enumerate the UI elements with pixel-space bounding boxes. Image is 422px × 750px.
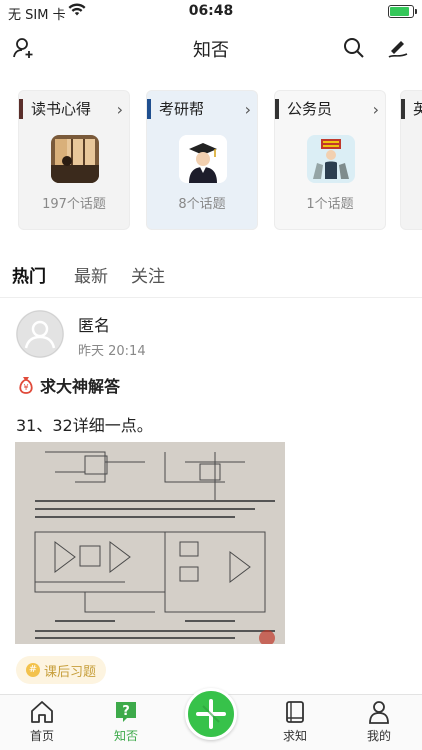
book-icon (286, 701, 304, 723)
chevron-right-icon: › (372, 100, 379, 119)
tab-hot[interactable]: 热门 (12, 262, 46, 287)
topic-card-title: 读书心得 (19, 99, 91, 119)
compose-plus-icon (196, 699, 226, 729)
civil-servant-image (307, 135, 355, 183)
tab-label: 关注 (131, 267, 165, 287)
tab-label: 知否 (113, 729, 138, 743)
svg-text:?: ? (122, 704, 130, 719)
status-bar: 无 SIM 卡 06:48 (0, 0, 422, 24)
bounty-text: 求大神解答 (40, 377, 121, 396)
tab-mine[interactable]: 我的 (349, 699, 409, 744)
topic-card-carousel[interactable]: 读书心得 › 197个话题 考研帮 › 8个话题 公务员 › 1个话题 英 (0, 90, 422, 232)
topic-card-count: 1个话题 (306, 197, 354, 212)
tab-label: 求知 (282, 729, 307, 743)
tab-label: 热门 (12, 267, 46, 287)
graduate-image (179, 135, 227, 183)
tab-label: 最新 (74, 267, 108, 287)
post-author[interactable]: 匿名 (78, 312, 110, 336)
tab-label: 我的 (366, 729, 391, 743)
default-avatar-icon (16, 310, 64, 358)
tab-home[interactable]: 首页 (12, 699, 72, 744)
post-text: 31、32详细一点。 (16, 416, 153, 435)
tab-zhifou[interactable]: ? 知否 (96, 699, 156, 744)
tab-following[interactable]: 关注 (131, 262, 165, 287)
money-bag-icon: ¥ (19, 377, 33, 394)
edit-icon[interactable] (386, 36, 410, 60)
feed-tabs: 热门 最新 关注 (0, 262, 422, 292)
post-time: 昨天 20:14 (78, 344, 146, 359)
tab-qiuzhi[interactable]: 求知 (265, 699, 325, 744)
topic-card-count: 8个话题 (178, 197, 226, 212)
question-icon: ? (116, 702, 136, 722)
compose-fab-button[interactable] (185, 688, 237, 740)
tab-label: 首页 (29, 729, 54, 743)
svg-text:¥: ¥ (23, 383, 28, 392)
nav-bar: 知否 (0, 26, 422, 70)
reading-cover-image (51, 135, 99, 183)
topic-card-reading[interactable]: 读书心得 › 197个话题 (18, 90, 130, 230)
divider (0, 297, 422, 298)
topic-card-title: 英 (401, 99, 422, 119)
chevron-right-icon: › (244, 100, 251, 119)
topic-card-civil-servant[interactable]: 公务员 › 1个话题 (274, 90, 386, 230)
search-icon[interactable] (342, 36, 366, 60)
chevron-right-icon: › (116, 100, 123, 119)
topic-tag-label: 课后习题 (44, 664, 97, 680)
topic-card-title: 考研帮 (147, 99, 204, 119)
topic-card-count: 197个话题 (42, 197, 106, 212)
tab-latest[interactable]: 最新 (74, 262, 108, 287)
post-image[interactable] (15, 442, 285, 644)
avatar[interactable] (16, 310, 64, 358)
hashtag-icon: # (26, 663, 40, 677)
clock: 06:48 (188, 3, 234, 19)
bounty-label: ¥ 求大神解答 (16, 374, 120, 396)
topic-tag[interactable]: # 课后习题 (16, 656, 107, 684)
topic-card-kaoyan[interactable]: 考研帮 › 8个话题 (146, 90, 258, 230)
topic-card-english[interactable]: 英 (400, 90, 422, 230)
topic-card-title: 公务员 (275, 99, 332, 119)
user-icon (369, 701, 389, 724)
home-icon (31, 701, 53, 723)
battery-icon (388, 5, 417, 18)
